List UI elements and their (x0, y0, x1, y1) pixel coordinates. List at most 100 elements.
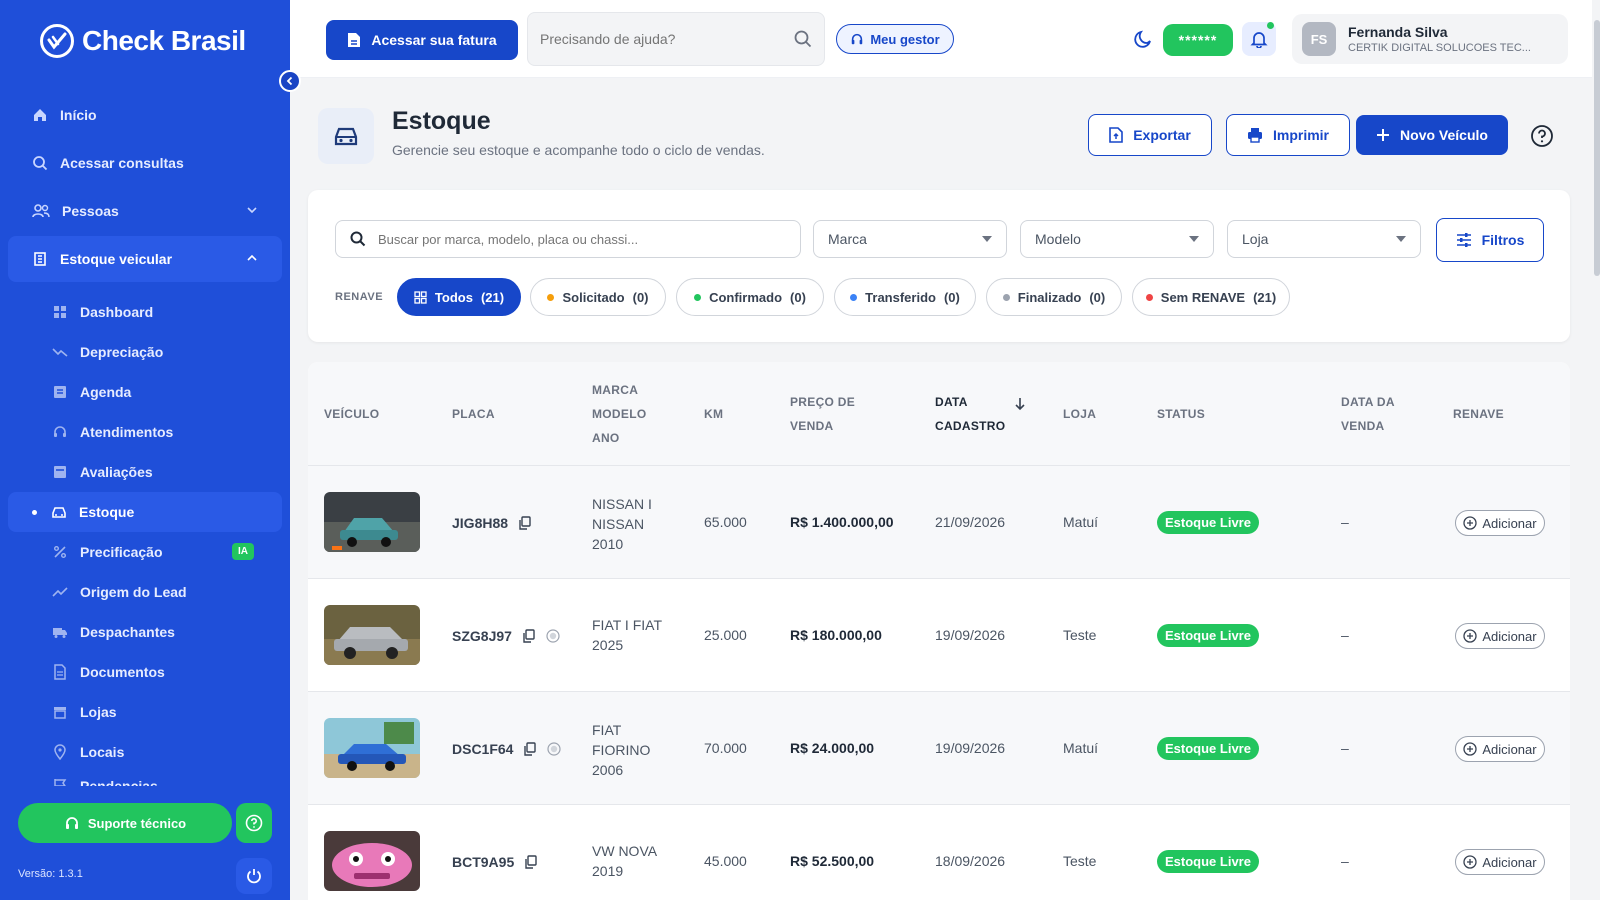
radio-indicator-icon[interactable] (547, 741, 562, 756)
top-header: Acessar sua fatura Meu gestor ****** FS … (290, 0, 1592, 78)
th-placa[interactable]: PLACA (452, 402, 495, 426)
modelo-select-value: Modelo (1035, 231, 1081, 247)
masked-value-pill[interactable]: ****** (1163, 24, 1233, 56)
document-icon (348, 33, 361, 47)
model-cell: VW NOVA 2019 (592, 841, 657, 881)
th-marca-modelo-ano[interactable]: MARCA MODELO ANO (592, 378, 646, 450)
nav-item-pessoas[interactable]: Pessoas (8, 188, 282, 234)
vehicle-search-input[interactable] (378, 231, 778, 247)
th-km[interactable]: KM (704, 402, 723, 426)
sub-item-pendencias[interactable]: Pendencias (8, 772, 282, 786)
chip-solicitado[interactable]: Solicitado (0) (530, 278, 666, 316)
support-button[interactable]: Suporte técnico (18, 803, 232, 843)
new-vehicle-button[interactable]: Novo Veículo (1356, 115, 1508, 155)
user-menu[interactable]: FS Fernanda Silva CERTIK DIGITAL SOLUCOE… (1292, 14, 1568, 64)
sidebar-collapse-button[interactable] (279, 70, 301, 92)
brand-logo[interactable]: Check Brasil (40, 24, 246, 58)
chip-finalizado[interactable]: Finalizado (0) (986, 278, 1122, 316)
nav-item-inicio[interactable]: Início (8, 92, 282, 138)
sub-item-precificacao[interactable]: Precificação IA (8, 532, 282, 572)
home-icon (34, 109, 46, 121)
sort-arrow-down-icon[interactable] (1014, 397, 1026, 411)
th-data-cadastro[interactable]: DATA CADASTRO (935, 390, 1005, 438)
sub-item-despachantes[interactable]: Despachantes (8, 612, 282, 652)
add-renave-button[interactable]: Adicionar (1455, 736, 1545, 762)
nav-item-estoque-veicular[interactable]: Estoque veicular (8, 236, 282, 282)
sub-item-atendimentos[interactable]: Atendimentos (8, 412, 282, 452)
sub-item-estoque[interactable]: Estoque (8, 492, 282, 532)
plus-icon (1377, 129, 1390, 141)
th-loja[interactable]: LOJA (1063, 402, 1096, 426)
table-row[interactable]: SZG8J97 FIAT I FIAT 2025 25.000 R$ 180.0… (308, 579, 1570, 692)
sale-date-cell: – (1341, 853, 1349, 869)
meu-gestor-button[interactable]: Meu gestor (836, 24, 954, 54)
sub-item-origem-lead[interactable]: Origem do Lead (8, 572, 282, 612)
logout-button[interactable] (236, 858, 272, 894)
sub-item-depreciacao[interactable]: Depreciação (8, 332, 282, 372)
vehicle-photo[interactable] (324, 831, 420, 891)
sub-item-locais[interactable]: Locais (8, 732, 282, 772)
sub-item-dashboard[interactable]: Dashboard (8, 292, 282, 332)
marca-select[interactable]: Marca (813, 220, 1007, 258)
copy-icon[interactable] (524, 854, 538, 869)
chip-todos[interactable]: Todos (21) (397, 278, 521, 316)
chevron-up-icon (247, 254, 257, 261)
headset-icon (65, 817, 78, 829)
copy-icon[interactable] (522, 628, 536, 643)
model-line: NISSAN (592, 516, 645, 532)
th-data-venda[interactable]: DATA DA VENDA (1341, 390, 1395, 438)
grid-icon (414, 290, 427, 304)
chip-count: (0) (1089, 289, 1106, 305)
loja-select[interactable]: Loja (1227, 220, 1421, 258)
copy-icon[interactable] (518, 515, 532, 530)
th-status[interactable]: STATUS (1157, 402, 1205, 426)
export-button[interactable]: Exportar (1088, 114, 1212, 156)
sub-item-avaliacoes[interactable]: Avaliações (8, 452, 282, 492)
model-line: NISSAN I (592, 496, 652, 512)
chip-sem-renave[interactable]: Sem RENAVE (21) (1132, 278, 1290, 316)
chip-label: Finalizado (1017, 289, 1082, 305)
vehicle-photo[interactable] (324, 718, 420, 778)
nav-item-consultas[interactable]: Acessar consultas (8, 140, 282, 186)
chip-transferido[interactable]: Transferido (0) (834, 278, 976, 316)
sliders-icon (1456, 233, 1471, 247)
th-renave[interactable]: RENAVE (1453, 402, 1504, 426)
vehicle-photo[interactable] (324, 605, 420, 665)
print-button[interactable]: Imprimir (1226, 114, 1350, 156)
page-scrollbar-thumb[interactable] (1594, 20, 1600, 276)
fatura-button[interactable]: Acessar sua fatura (326, 20, 518, 60)
table-row[interactable]: JIG8H88 NISSAN I NISSAN 2010 65.000 R$ 1… (308, 466, 1570, 579)
sub-item-documentos[interactable]: Documentos (8, 652, 282, 692)
price-cell: R$ 24.000,00 (790, 740, 875, 756)
help-circle-icon[interactable] (1530, 124, 1554, 148)
help-search-input[interactable] (540, 31, 770, 47)
table-row[interactable]: DSC1F64 FIAT FIORINO 2006 70.000 R$ 24.0… (308, 692, 1570, 805)
plate-cell: SZG8J97 (452, 579, 560, 692)
add-renave-button[interactable]: Adicionar (1455, 623, 1545, 649)
modelo-select[interactable]: Modelo (1020, 220, 1214, 258)
th-veiculo[interactable]: VEÍCULO (324, 402, 379, 426)
add-renave-button[interactable]: Adicionar (1455, 510, 1545, 536)
sub-item-lojas[interactable]: Lojas (8, 692, 282, 732)
status-dot (547, 293, 555, 301)
nav-label: Pessoas (62, 203, 119, 219)
support-help-button[interactable] (236, 803, 272, 843)
table-row[interactable]: BCT9A95 VW NOVA 2019 45.000 R$ 52.500,00… (308, 805, 1570, 900)
sub-label: Precificação (80, 544, 163, 560)
moon-icon[interactable] (1133, 29, 1153, 49)
model-line: FIORINO (592, 742, 651, 758)
submenu-estoque: Dashboard Depreciação Agenda Atendimento… (8, 284, 282, 786)
search-icon[interactable] (794, 30, 812, 48)
copy-icon[interactable] (523, 741, 537, 756)
notifications-button[interactable] (1242, 22, 1276, 56)
filters-button[interactable]: Filtros (1436, 218, 1544, 262)
renave-filter-label: RENAVE (335, 291, 384, 303)
add-renave-button[interactable]: Adicionar (1455, 849, 1545, 875)
th-preco[interactable]: PREÇO DE VENDA (790, 390, 855, 438)
chip-confirmado[interactable]: Confirmado (0) (676, 278, 824, 316)
radio-indicator-icon[interactable] (546, 628, 560, 643)
add-label: Adicionar (1482, 854, 1537, 870)
vehicle-photo[interactable] (324, 492, 420, 552)
sub-item-agenda[interactable]: Agenda (8, 372, 282, 412)
nav-label: Início (60, 107, 97, 123)
